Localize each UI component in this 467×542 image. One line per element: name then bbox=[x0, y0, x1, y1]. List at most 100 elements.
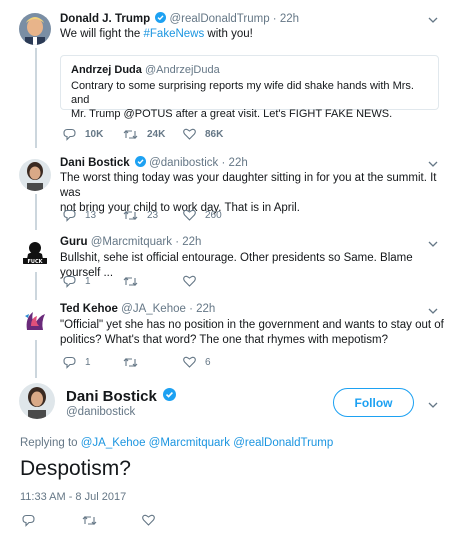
tweet-header: Donald J. Trump @realDonaldTrump · 22h bbox=[60, 12, 299, 25]
main-tweet-text: Despotism? bbox=[20, 457, 131, 480]
tweet-time[interactable]: 22h bbox=[182, 236, 201, 248]
tweet-actions: 1 6 bbox=[60, 355, 360, 369]
tweet-time[interactable]: 22h bbox=[229, 157, 248, 169]
replying-to-links[interactable]: @JA_Kehoe @Marcmitquark @realDonaldTrump bbox=[81, 437, 334, 449]
like-button[interactable]: 6 bbox=[183, 355, 211, 369]
tweet-time[interactable]: 22h bbox=[280, 13, 299, 25]
avatar[interactable] bbox=[19, 304, 51, 336]
verified-icon bbox=[155, 12, 167, 23]
reply-count: 10K bbox=[85, 128, 104, 140]
avatar[interactable] bbox=[19, 13, 51, 45]
author-name[interactable]: Dani Bostick bbox=[60, 157, 130, 169]
retweet-icon bbox=[123, 357, 138, 367]
reply-count: 1 bbox=[85, 356, 91, 368]
tweet-text: "Official" yet she has no position in th… bbox=[60, 318, 455, 348]
hashtag-link[interactable]: #FakeNews bbox=[144, 28, 205, 40]
heart-icon bbox=[183, 275, 196, 287]
main-tweet-timestamp[interactable]: 11:33 AM - 8 Jul 2017 bbox=[20, 491, 126, 503]
tweet-actions: 10K 24K 86K bbox=[60, 127, 360, 141]
main-tweet-actions bbox=[22, 513, 222, 527]
chevron-down-icon[interactable] bbox=[427, 304, 439, 316]
retweet-icon bbox=[123, 210, 138, 220]
reply-icon bbox=[63, 356, 76, 369]
heart-icon bbox=[183, 128, 196, 140]
reply-icon bbox=[63, 128, 76, 141]
retweet-button[interactable] bbox=[82, 513, 97, 527]
tweet-header: Ted Kehoe @JA_Kehoe · 22h bbox=[60, 303, 215, 315]
author-name[interactable]: Donald J. Trump bbox=[60, 13, 150, 25]
like-count: 6 bbox=[205, 356, 211, 368]
author-handle[interactable]: @Marcmitquark bbox=[91, 236, 172, 248]
chevron-down-icon[interactable] bbox=[427, 157, 439, 169]
tweet-header: Dani Bostick @danibostick · 22h bbox=[60, 156, 248, 169]
chevron-down-icon[interactable] bbox=[427, 398, 439, 410]
heart-icon bbox=[183, 209, 196, 221]
retweet-button[interactable] bbox=[123, 355, 147, 369]
tweet-text: We will fight the #FakeNews with you! bbox=[60, 27, 455, 42]
heart-icon bbox=[183, 356, 196, 368]
like-count: 86K bbox=[205, 128, 224, 140]
author-handle[interactable]: @realDonaldTrump bbox=[170, 13, 270, 25]
main-author-name[interactable]: Dani Bostick bbox=[66, 388, 177, 405]
tweet-header: Guru @Marcmitquark · 22h bbox=[60, 236, 201, 248]
main-author-name-text[interactable]: Dani Bostick bbox=[66, 388, 157, 405]
separator-dot: · bbox=[221, 157, 226, 169]
reply-icon bbox=[22, 514, 35, 527]
retweet-count: 24K bbox=[147, 128, 166, 140]
like-button[interactable] bbox=[183, 274, 205, 288]
quote-author-handle: @AndrzejDuda bbox=[144, 64, 220, 76]
reply-count: 13 bbox=[85, 209, 97, 221]
replying-to: Replying to @JA_Kehoe @Marcmitquark @rea… bbox=[20, 437, 333, 449]
retweet-icon bbox=[123, 276, 138, 286]
reply-button[interactable]: 1 bbox=[63, 355, 91, 369]
retweet-icon bbox=[123, 129, 138, 139]
reply-count: 1 bbox=[85, 275, 91, 287]
like-button[interactable]: 260 bbox=[183, 208, 222, 222]
quote-text-line: Contrary to some surprising reports my w… bbox=[71, 80, 414, 106]
tweet-trump[interactable]: Donald J. Trump @realDonaldTrump · 22h W… bbox=[0, 0, 467, 150]
tweet-reply[interactable]: FUCK Guru @Marcmitquark · 22h Bullshit, … bbox=[0, 230, 467, 292]
quote-author-name: Andrzej Duda bbox=[71, 64, 142, 76]
quote-text-line: Mr. Trump @POTUS after a great visit. Le… bbox=[71, 108, 393, 120]
author-name[interactable]: Guru bbox=[60, 236, 87, 248]
like-count: 260 bbox=[205, 209, 222, 221]
tweet-text-line: politics? What's that word? The one that… bbox=[60, 334, 388, 346]
like-button[interactable] bbox=[142, 513, 155, 527]
author-name[interactable]: Ted Kehoe bbox=[60, 303, 118, 315]
tweet-reply[interactable]: Ted Kehoe @JA_Kehoe · 22h "Official" yet… bbox=[0, 297, 467, 377]
tweet-reply[interactable]: Dani Bostick @danibostick · 22h The wors… bbox=[0, 150, 467, 230]
avatar-lettering: FUCK bbox=[27, 259, 43, 265]
separator-dot: · bbox=[272, 13, 277, 25]
tweet-actions: 1 bbox=[60, 274, 360, 288]
tweet-text-line: "Official" yet she has no position in th… bbox=[60, 319, 444, 331]
author-handle[interactable]: @JA_Kehoe bbox=[121, 303, 186, 315]
reply-button[interactable] bbox=[22, 513, 35, 527]
avatar[interactable] bbox=[19, 383, 55, 419]
avatar[interactable]: FUCK bbox=[19, 237, 51, 269]
verified-icon bbox=[134, 156, 146, 167]
separator-dot: · bbox=[189, 303, 193, 315]
quote-header: Andrzej Duda @AndrzejDuda bbox=[71, 64, 428, 76]
author-handle[interactable]: @danibostick bbox=[149, 157, 218, 169]
avatar[interactable] bbox=[19, 159, 51, 191]
quote-text: Contrary to some surprising reports my w… bbox=[71, 79, 428, 121]
reply-button[interactable]: 13 bbox=[63, 208, 96, 222]
like-button[interactable]: 86K bbox=[183, 127, 223, 141]
tweet-text-part: with you! bbox=[204, 28, 253, 40]
retweet-button[interactable]: 24K bbox=[123, 127, 165, 141]
chevron-down-icon[interactable] bbox=[427, 13, 439, 25]
tweet-text-part: We will fight the bbox=[60, 28, 144, 40]
retweet-button[interactable] bbox=[123, 274, 147, 288]
retweet-button[interactable]: 23 bbox=[123, 208, 158, 222]
retweet-count: 23 bbox=[147, 209, 159, 221]
replying-prefix: Replying to bbox=[20, 437, 81, 449]
tweet-time[interactable]: 22h bbox=[196, 303, 215, 315]
follow-button[interactable]: Follow bbox=[333, 388, 414, 417]
quoted-tweet[interactable]: Andrzej Duda @AndrzejDuda Contrary to so… bbox=[60, 55, 439, 120]
reply-button[interactable]: 1 bbox=[63, 274, 91, 288]
chevron-down-icon[interactable] bbox=[427, 237, 439, 249]
verified-icon bbox=[163, 388, 177, 401]
main-author-handle[interactable]: @danibostick bbox=[66, 406, 135, 418]
reply-button[interactable]: 10K bbox=[63, 127, 103, 141]
separator-dot: · bbox=[175, 236, 180, 248]
